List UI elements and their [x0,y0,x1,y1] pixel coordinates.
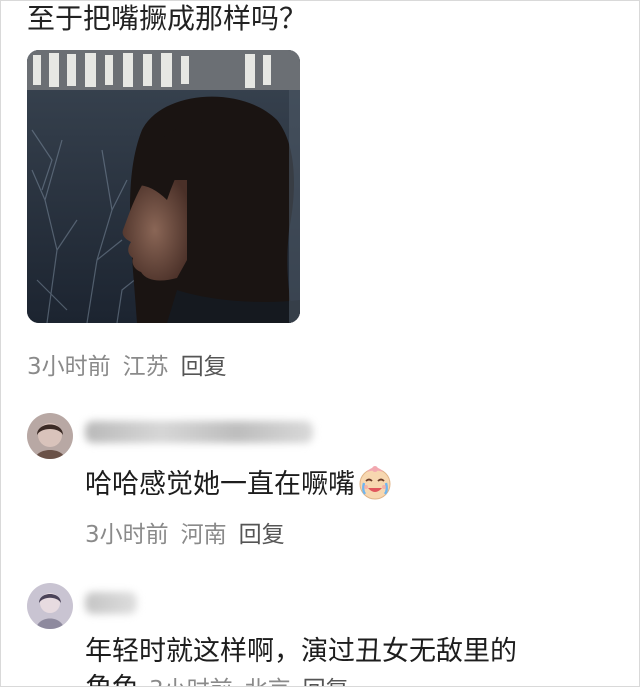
reply-location: 河南 [180,522,227,548]
reply-text: 哈哈感觉她一直在噘嘴 [85,464,393,503]
username-blurred[interactable] [85,421,313,443]
comment-text: 至于把嘴撅成那样吗？ [27,2,308,35]
username-blurred[interactable] [85,592,137,614]
reply-text-content: 哈哈感觉她一直在噘嘴 [85,469,355,500]
crying-laughing-baby-icon [359,466,391,500]
reply-button[interactable]: 回复 [303,677,349,686]
reply-meta: 3小时前 河南 回复 [85,515,297,549]
reply-location: 北京 [245,677,291,686]
comment-time: 3小时前 [27,354,111,380]
comment-meta: 3小时前 江苏 回复 [27,347,239,381]
comment-location: 江苏 [122,354,169,380]
reply-text-content-2: 角色 [85,673,139,686]
reply-button[interactable]: 回复 [239,522,285,548]
avatar-image [27,583,73,629]
avatar[interactable] [27,413,73,459]
avatar-image [27,413,73,459]
avatar[interactable] [27,583,73,629]
reply-time: 3小时前 [149,677,233,686]
reply-meta: 3小时前 北京 回复 [149,677,361,686]
photo-illustration [27,50,300,323]
reply-button[interactable]: 回复 [181,354,227,380]
reply-text-line1: 年轻时就这样啊，演过丑女无敌里的 [85,636,517,667]
reply-time: 3小时前 [85,522,169,548]
reply-text-line2: 角色 3小时前 北京 回复 [85,671,361,686]
comment-image[interactable] [27,50,300,323]
comment-thread: 至于把嘴撅成那样吗？ 3小时前 江苏 回复 哈哈感觉她一直在噘嘴 3小时前 河南… [0,0,640,687]
